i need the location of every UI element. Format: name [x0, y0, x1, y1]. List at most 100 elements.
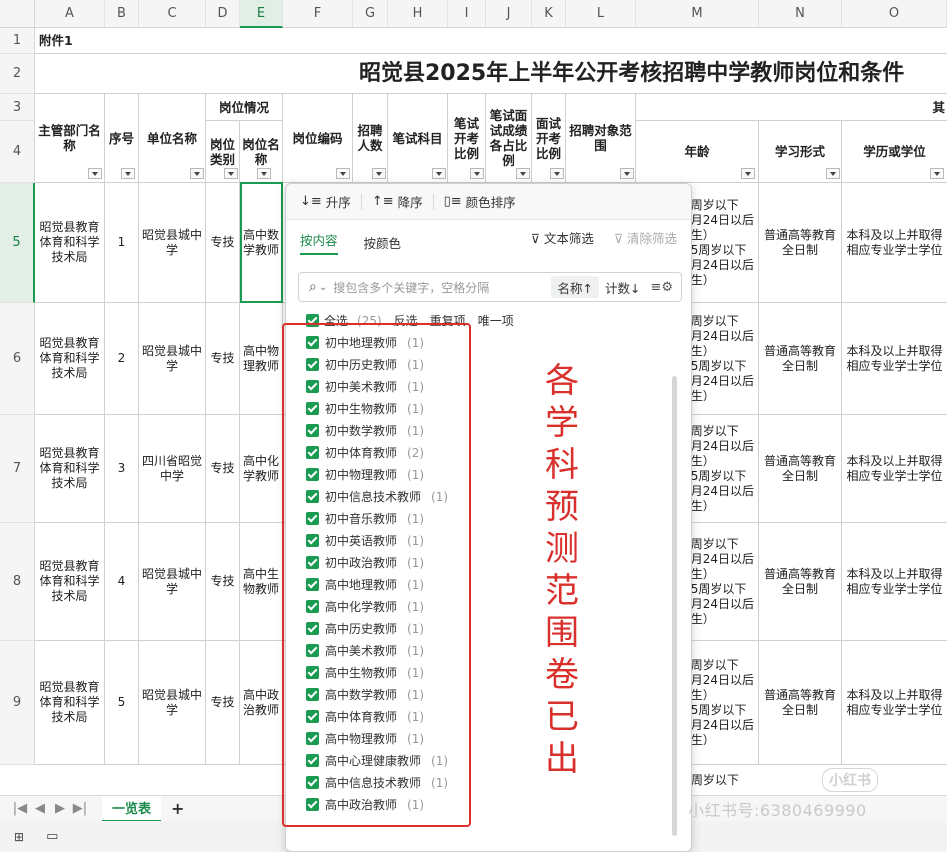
order-by-name-button[interactable]: 名称↑ [551, 276, 599, 298]
filter-dropdown-button[interactable] [257, 168, 271, 179]
cell-dept[interactable]: 昭觉县教育体育和科学技术局 [35, 641, 105, 765]
row-header[interactable]: 4 [0, 121, 35, 183]
column-header[interactable]: N [759, 0, 842, 28]
column-header[interactable]: G [353, 0, 388, 28]
filter-dropdown-button[interactable] [224, 168, 238, 179]
column-header[interactable]: K [532, 0, 566, 28]
cell-seq[interactable]: 3 [105, 415, 139, 523]
chevron-down-icon[interactable]: ⌄ [319, 282, 327, 293]
sheet-tab-overview[interactable]: 一览表 [102, 795, 162, 822]
filter-dropdown-button[interactable] [432, 168, 446, 179]
tab-by-content[interactable]: 按内容 [300, 230, 338, 255]
column-header[interactable]: H [388, 0, 448, 28]
row-header[interactable]: 6 [0, 303, 35, 415]
sort-by-color-button[interactable]: ▯≡ 颜色排序 [444, 192, 516, 211]
cell-form[interactable]: 普通高等教育全日制 [759, 641, 842, 765]
cell-unit[interactable]: 昭觉县城中学 [139, 641, 206, 765]
list-scrollbar[interactable] [672, 376, 677, 836]
cell-seq[interactable]: 1 [105, 183, 139, 303]
macro-icon[interactable]: ⊞ [14, 830, 24, 844]
column-header[interactable]: A [35, 0, 105, 28]
cell-name[interactable]: 高中政治教师 [240, 641, 283, 765]
cell-dept[interactable]: 昭觉县教育体育和科学技术局 [35, 523, 105, 641]
text-filter-button[interactable]: ⊽ 文本筛选 [531, 228, 594, 247]
cell-unit[interactable]: 昭觉县城中学 [139, 523, 206, 641]
cell-type[interactable]: 专技 [206, 523, 240, 641]
filter-dropdown-button[interactable] [190, 168, 204, 179]
filter-dropdown-button[interactable] [741, 168, 755, 179]
filter-dropdown-button[interactable] [826, 168, 840, 179]
tab-by-color[interactable]: 按颜色 [364, 233, 402, 252]
clear-filter-button[interactable]: ⊽ 清除筛选 [614, 228, 677, 247]
filter-dropdown-button[interactable] [372, 168, 386, 179]
row-header[interactable]: 5 [0, 183, 35, 303]
sort-ascending-button[interactable]: ↓≡ 升序 [300, 192, 351, 211]
sort-asc-label: 升序 [325, 195, 351, 210]
row-header[interactable]: 7 [0, 415, 35, 523]
row-header[interactable]: 9 [0, 641, 35, 765]
cell-type[interactable]: 专技 [206, 415, 240, 523]
column-header[interactable]: F [283, 0, 353, 28]
row-header[interactable]: 2 [0, 54, 35, 94]
row-header[interactable]: 1 [0, 28, 35, 54]
cell-seq[interactable]: 2 [105, 303, 139, 415]
cell-unit[interactable]: 昭觉县城中学 [139, 303, 206, 415]
filter-dropdown-button[interactable] [620, 168, 634, 179]
column-header[interactable]: J [486, 0, 532, 28]
cell-form[interactable]: 普通高等教育全日制 [759, 183, 842, 303]
filter-dropdown-button[interactable] [121, 168, 135, 179]
cell-unit[interactable]: 四川省昭觉中学 [139, 415, 206, 523]
column-header[interactable]: I [448, 0, 486, 28]
funnel-icon: ⊽ [530, 231, 540, 246]
filter-dropdown-button[interactable] [550, 168, 564, 179]
cell-degree[interactable]: 本科及以上并取得相应专业学士学位 [842, 415, 947, 523]
cell-dept[interactable]: 昭觉县教育体育和科学技术局 [35, 415, 105, 523]
column-header[interactable]: L [566, 0, 636, 28]
sort-descending-button[interactable]: ↑≡ 降序 [372, 192, 423, 211]
cell-type[interactable]: 专技 [206, 183, 240, 303]
cell-degree[interactable]: 本科及以上并取得相应专业学士学位 [842, 183, 947, 303]
cell-name[interactable]: 高中生物教师 [240, 523, 283, 641]
settings-icon[interactable]: ≡⚙ [650, 280, 673, 295]
column-header[interactable]: E [240, 0, 283, 28]
cell-type[interactable]: 专技 [206, 303, 240, 415]
cell-dept[interactable]: 昭觉县教育体育和科学技术局 [35, 303, 105, 415]
filter-dropdown-button[interactable] [516, 168, 530, 179]
filter-dropdown-button[interactable] [336, 168, 350, 179]
cell-name[interactable]: 高中化学教师 [240, 415, 283, 523]
row-header[interactable]: 3 [0, 94, 35, 121]
text-filter-label: 文本筛选 [543, 231, 594, 246]
cell-degree[interactable]: 本科及以上并取得相应专业学士学位 [842, 641, 947, 765]
cell-form[interactable]: 普通高等教育全日制 [759, 415, 842, 523]
column-header[interactable]: D [206, 0, 240, 28]
cell-form[interactable]: 普通高等教育全日制 [759, 523, 842, 641]
prev-sheet-icon[interactable]: ◀ [30, 801, 50, 816]
cell-type[interactable]: 专技 [206, 641, 240, 765]
cell-degree[interactable]: 本科及以上并取得相应专业学士学位 [842, 303, 947, 415]
filter-dropdown-button[interactable] [88, 168, 102, 179]
unique-button[interactable]: 唯一项 [478, 312, 514, 329]
annotation-char: 范 [545, 571, 579, 611]
cell-seq[interactable]: 4 [105, 523, 139, 641]
cell-unit[interactable]: 昭觉县城中学 [139, 183, 206, 303]
filter-dropdown-button[interactable] [470, 168, 484, 179]
first-sheet-icon[interactable]: |◀ [10, 801, 30, 816]
next-sheet-icon[interactable]: ▶ [50, 801, 70, 816]
order-by-count-button[interactable]: 计数↓ [599, 276, 646, 298]
column-header[interactable]: C [139, 0, 206, 28]
column-header[interactable]: M [636, 0, 759, 28]
cell-form[interactable]: 普通高等教育全日制 [759, 303, 842, 415]
last-sheet-icon[interactable]: ▶| [70, 801, 90, 816]
view-mode-icon[interactable]: ▭ [46, 829, 58, 844]
cell-dept[interactable]: 昭觉县教育体育和科学技术局 [35, 183, 105, 303]
select-all-corner[interactable] [0, 0, 35, 28]
column-header[interactable]: O [842, 0, 947, 28]
filter-search-box[interactable]: ⌕ ⌄ 搜包含多个关键字，空格分隔 名称↑ 计数↓ ≡⚙ [298, 272, 682, 302]
row-header[interactable]: 8 [0, 523, 35, 641]
column-header[interactable]: B [105, 0, 139, 28]
cell-name[interactable]: 高中物理教师 [240, 303, 283, 415]
add-sheet-button[interactable]: + [171, 799, 184, 818]
filter-dropdown-button[interactable] [930, 168, 944, 179]
cell-degree[interactable]: 本科及以上并取得相应专业学士学位 [842, 523, 947, 641]
cell-seq[interactable]: 5 [105, 641, 139, 765]
